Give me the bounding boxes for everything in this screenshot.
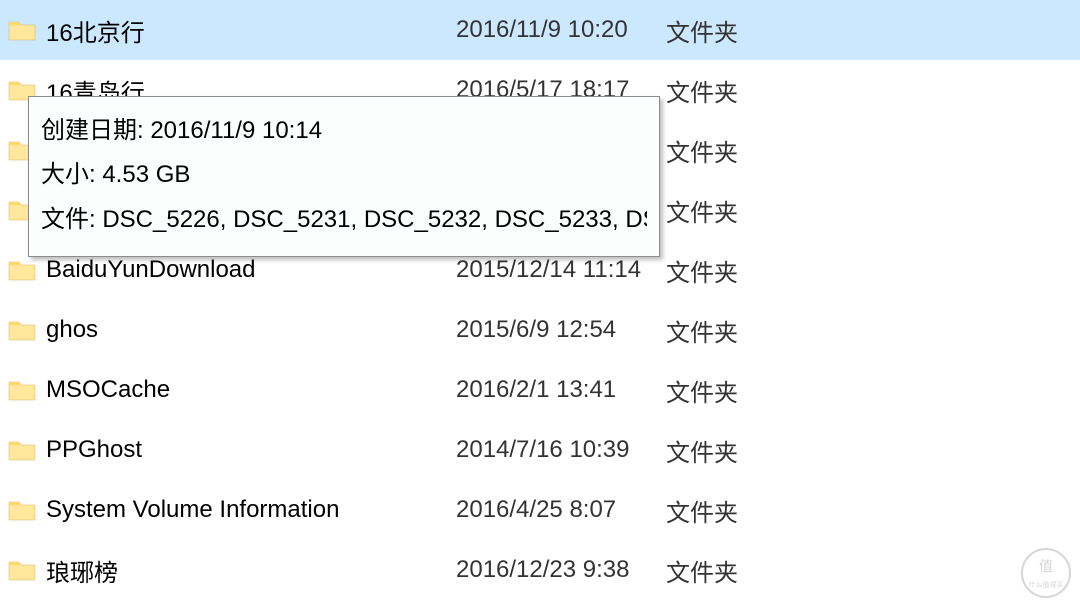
folder-icon	[8, 259, 36, 281]
file-list: 16北京行 2016/11/9 10:20 文件夹 16青岛行 2016/5/1…	[0, 0, 1080, 600]
file-name: PPGhost	[46, 436, 456, 464]
folder-tooltip: 创建日期: 2016/11/9 10:14 大小: 4.53 GB 文件: DS…	[28, 96, 660, 257]
watermark-logo: 值 什么值得买	[1020, 547, 1072, 599]
file-type: 文件夹	[666, 133, 786, 168]
file-type: 文件夹	[666, 553, 786, 588]
folder-icon	[8, 439, 36, 461]
file-type: 文件夹	[666, 73, 786, 108]
folder-icon	[8, 379, 36, 401]
list-item[interactable]: PPGhost 2014/7/16 10:39 文件夹	[0, 420, 1080, 480]
file-name: ghos	[46, 316, 456, 344]
folder-icon	[8, 319, 36, 341]
file-name: MSOCache	[46, 376, 456, 404]
svg-text:什么值得买: 什么值得买	[1029, 580, 1064, 589]
file-type: 文件夹	[666, 433, 786, 468]
file-name: 琅琊榜	[46, 553, 456, 588]
file-type: 文件夹	[666, 193, 786, 228]
file-date: 2014/7/16 10:39	[456, 436, 666, 464]
svg-text:值: 值	[1039, 559, 1053, 575]
file-name: System Volume Information	[46, 496, 456, 524]
file-type: 文件夹	[666, 13, 786, 48]
folder-icon	[8, 499, 36, 521]
file-type: 文件夹	[666, 253, 786, 288]
list-item[interactable]: 16北京行 2016/11/9 10:20 文件夹	[0, 0, 1080, 60]
file-type: 文件夹	[666, 493, 786, 528]
file-name: 16北京行	[46, 13, 456, 48]
file-name: BaiduYunDownload	[46, 256, 456, 284]
list-item[interactable]: 琅琊榜 2016/12/23 9:38 文件夹	[0, 540, 1080, 600]
file-type: 文件夹	[666, 373, 786, 408]
file-date: 2015/12/14 11:14	[456, 256, 666, 284]
file-date: 2015/6/9 12:54	[456, 316, 666, 344]
list-item[interactable]: MSOCache 2016/2/1 13:41 文件夹	[0, 360, 1080, 420]
folder-icon	[8, 19, 36, 41]
file-date: 2016/11/9 10:20	[456, 16, 666, 44]
tooltip-creation-date: 创建日期: 2016/11/9 10:14	[41, 109, 647, 153]
file-date: 2016/2/1 13:41	[456, 376, 666, 404]
tooltip-files: 文件: DSC_5226, DSC_5231, DSC_5232, DSC_52…	[41, 198, 647, 242]
list-item[interactable]: ghos 2015/6/9 12:54 文件夹	[0, 300, 1080, 360]
folder-icon	[8, 559, 36, 581]
tooltip-size: 大小: 4.53 GB	[41, 153, 647, 197]
file-type: 文件夹	[666, 313, 786, 348]
file-date: 2016/12/23 9:38	[456, 556, 666, 584]
file-date: 2016/4/25 8:07	[456, 496, 666, 524]
list-item[interactable]: System Volume Information 2016/4/25 8:07…	[0, 480, 1080, 540]
